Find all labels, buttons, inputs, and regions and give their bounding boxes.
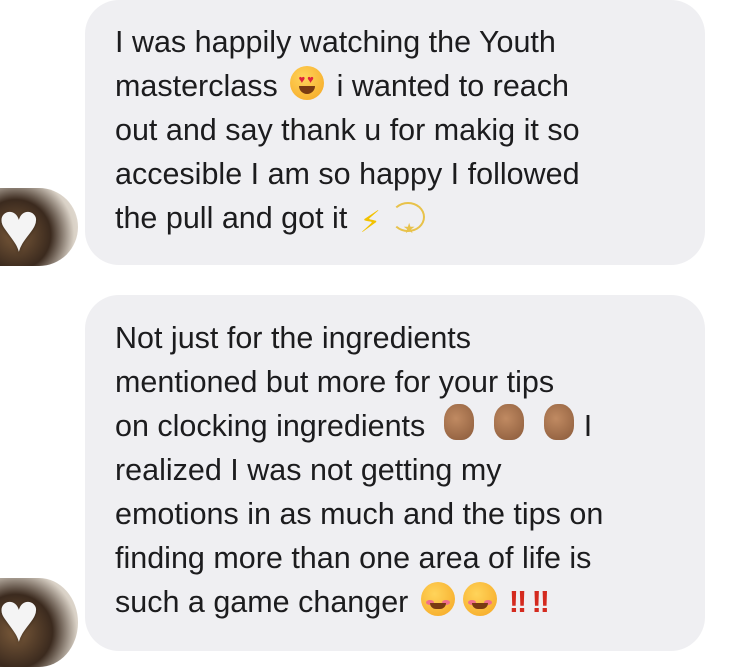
message-line: out and say thank u for makig it so <box>115 113 580 147</box>
message-line: I was happily watching the Youth <box>115 25 556 59</box>
white-heart-icon: ♥ <box>0 188 40 266</box>
sender-avatar[interactable]: ♥ <box>0 188 78 266</box>
message-line: emotions in as much and the tips on <box>115 497 604 531</box>
message-line: masterclass ♥♥ i wanted to reach <box>115 64 685 108</box>
smiling-face-with-hearts-emoji-icon <box>462 582 497 616</box>
message-line: finding more than one area of life is <box>115 541 592 575</box>
sender-avatar[interactable]: ♥ <box>0 578 78 667</box>
exclamation-emoji-icon: !! !! <box>508 585 550 619</box>
message-line: realized I was not getting my <box>115 453 502 487</box>
message-bubble[interactable]: Not just for the ingredients mentioned b… <box>85 295 705 651</box>
message-line: the pull and got it ⚡ ★ <box>115 196 685 240</box>
dizzy-emoji-icon: ★ <box>389 198 429 236</box>
heart-eyes-emoji-icon: ♥♥ <box>290 66 325 100</box>
pinched-fingers-emoji-icon <box>443 404 474 440</box>
pinched-fingers-emoji-icon <box>493 404 524 440</box>
smiling-face-with-hearts-emoji-icon <box>420 582 455 616</box>
message-bubble[interactable]: I was happily watching the Youth masterc… <box>85 0 705 265</box>
pinched-fingers-emoji-icon <box>543 404 574 440</box>
message-line: accesible I am so happy I followed <box>115 157 580 191</box>
message-line: such a game changer !! !! <box>115 580 685 624</box>
message-line: on clocking ingredients I <box>115 404 685 448</box>
lightning-emoji-icon: ⚡ <box>359 206 381 239</box>
white-heart-icon: ♥ <box>0 578 40 656</box>
message-line: mentioned but more for your tips <box>115 365 555 399</box>
message-line: Not just for the ingredients <box>115 321 472 355</box>
